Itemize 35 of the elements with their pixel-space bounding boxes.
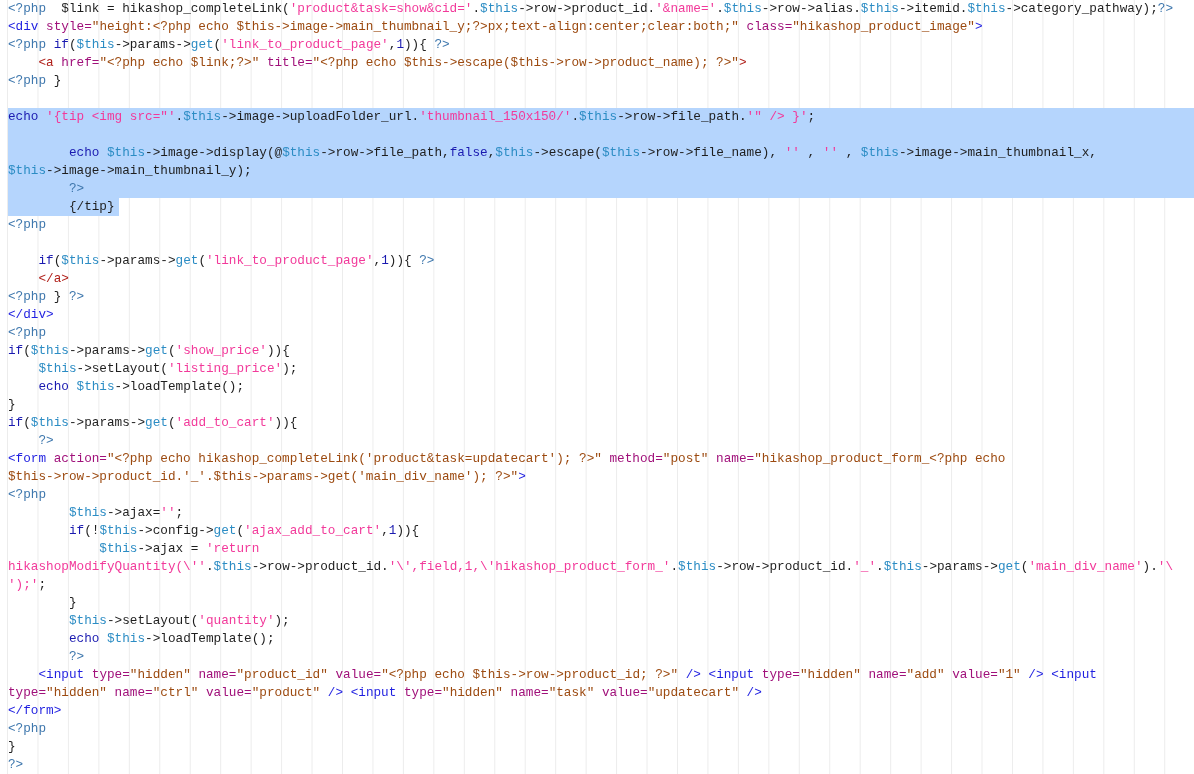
code-line: hikashopModifyQuantity(\''.$this->row->product_id.'\',field,1,\'hikashop_product_form_'.$this->row->product_id.'_'.$this->params->get('main_div_name').'\: [8, 558, 1175, 576]
code-line: ?>: [37, 432, 55, 450]
code-line: <?php $link = hikashop_completeLink('product&task=show&cid='.$this->row->product_id.'&name='.$this->row->alias.$this->itemid.$this->category_pathway);?>: [8, 0, 1175, 18]
code-line: </form>: [8, 702, 63, 720]
code-line: type="hidden" name="ctrl" value="product" /> <input type="hidden" name="task" value="updatecart" />: [8, 684, 763, 702]
code-line: <?php: [8, 324, 48, 342]
code-line: <a href="<?php echo $link;?>" title="<?php echo $this->escape($this->row->product_name); ?>">: [37, 54, 748, 72]
code-line: $this->setLayout('listing_price');: [37, 360, 299, 378]
code-line: if($this->params->get('add_to_cart')){: [8, 414, 299, 432]
code-line: </a>: [37, 270, 70, 288]
code-line: $this->row->product_id.'_'.$this->params->get('main_div_name'); ?>">: [8, 468, 527, 486]
code-line: $this->ajax = 'return: [98, 540, 261, 558]
code-line: if($this->params->get('show_price')){: [8, 342, 291, 360]
code-line: }: [8, 396, 17, 414]
code-line: echo $this->loadTemplate();: [37, 378, 246, 396]
code-line: <?php: [8, 486, 48, 504]
code-line: </div>: [8, 306, 55, 324]
code-line: if($this->params->get('link_to_product_page',1)){ ?>: [37, 252, 436, 270]
code-line: ?>: [8, 756, 25, 774]
code-line: <input type="hidden" name="product_id" value="<?php echo $this->row->product_id; ?>" /> <input type="hidden" name="add" value="1" /> <input: [37, 666, 1098, 684]
code-line: $this->ajax='';: [67, 504, 185, 522]
code-line: if(!$this->config->get('ajax_add_to_cart',1)){: [67, 522, 421, 540]
code-line: <?php } ?>: [8, 288, 86, 306]
code-line: <?php if($this->params->get('link_to_product_page',1)){ ?>: [8, 36, 451, 54]
code-line: }: [8, 738, 17, 756]
code-line: <?php: [8, 720, 48, 738]
code-line: ?>: [67, 648, 86, 666]
code-line: ');';: [8, 576, 48, 594]
code-line: <?php }: [8, 72, 63, 90]
code-line: $this->setLayout('quantity');: [67, 612, 291, 630]
code-line: <div style="height:<?php echo $this->image->main_thumbnail_y;?>px;text-align:center;clear:both;" class="hikashop_product_image">: [8, 18, 984, 36]
code-line: echo $this->loadTemplate();: [67, 630, 276, 648]
code-line: <form action="<?php echo hikashop_completeLink('product&task=updatecart'); ?>" method="post" name="hikashop_product_form_<?php echo: [8, 450, 1007, 468]
code-line: }: [67, 594, 78, 612]
code-line: <?php: [8, 216, 48, 234]
